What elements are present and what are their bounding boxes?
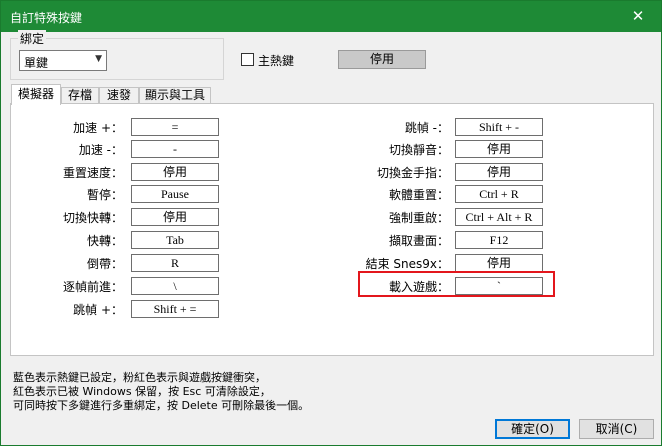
key-label: 軟體重置： bbox=[388, 188, 449, 202]
key-label: 切換金手指： bbox=[376, 166, 449, 180]
custom-hotkeys-dialog: 自訂特殊按鍵 ✕ 綁定 單鍵 ▼ 主熱鍵 停用 模擬器 存檔 速發 顯示與工具 … bbox=[0, 0, 662, 446]
help-note-line: 可同時按下多鍵進行多重綁定，按 Delete 可刪除最後一個。 bbox=[13, 399, 310, 412]
key-field[interactable]: F12 bbox=[455, 231, 543, 249]
key-label: 跳幀 -： bbox=[404, 121, 449, 135]
main-hotkey-label: 主熱鍵 bbox=[258, 54, 295, 68]
key-field[interactable]: Shift + = bbox=[131, 300, 219, 318]
key-label: 倒帶： bbox=[86, 257, 123, 271]
key-field[interactable]: 停用 bbox=[131, 163, 219, 181]
window-title: 自訂特殊按鍵 bbox=[10, 11, 83, 25]
key-label: 重置速度： bbox=[62, 166, 123, 180]
key-label: 逐幀前進： bbox=[62, 280, 123, 294]
key-field[interactable]: 停用 bbox=[131, 208, 219, 226]
key-field[interactable]: R bbox=[131, 254, 219, 272]
key-field[interactable]: Ctrl + R bbox=[455, 185, 543, 203]
key-label: 強制重啟： bbox=[388, 211, 449, 225]
key-field[interactable]: 停用 bbox=[455, 254, 543, 272]
key-label: 暫停： bbox=[86, 188, 123, 202]
key-label: 結束 Snes9x： bbox=[365, 257, 449, 271]
binding-mode-value: 單鍵 bbox=[24, 56, 49, 70]
key-label: 切換靜音： bbox=[388, 143, 449, 157]
key-field[interactable]: Ctrl + Alt + R bbox=[455, 208, 543, 226]
key-label: 擷取畫面： bbox=[388, 234, 449, 248]
title-bar: 自訂特殊按鍵 ✕ bbox=[1, 1, 661, 32]
chevron-down-icon: ▼ bbox=[95, 54, 102, 64]
key-label: 切換快轉： bbox=[62, 211, 123, 225]
key-label: 跳幀 +： bbox=[73, 303, 123, 317]
highlight-box bbox=[358, 271, 555, 297]
key-field[interactable]: Pause bbox=[131, 185, 219, 203]
binding-group-label: 綁定 bbox=[18, 30, 47, 47]
binding-mode-select[interactable]: 單鍵 ▼ bbox=[19, 50, 107, 71]
key-field[interactable]: - bbox=[131, 140, 219, 158]
close-icon[interactable]: ✕ bbox=[615, 1, 661, 32]
main-hotkey-checkbox[interactable] bbox=[241, 53, 254, 66]
key-field[interactable]: \ bbox=[131, 277, 219, 295]
tab-emulator[interactable]: 模擬器 bbox=[11, 84, 61, 105]
key-field[interactable]: Tab bbox=[131, 231, 219, 249]
key-field[interactable]: 停用 bbox=[455, 163, 543, 181]
main-hotkey-field[interactable]: 停用 bbox=[338, 50, 426, 69]
key-label: 加速 +： bbox=[73, 121, 123, 135]
cancel-button[interactable]: 取消(C) bbox=[579, 419, 654, 439]
key-label: 快轉： bbox=[86, 234, 123, 248]
key-field[interactable]: Shift + - bbox=[455, 118, 543, 136]
tab-display-tools[interactable]: 顯示與工具 bbox=[139, 87, 211, 104]
key-label: 加速 -： bbox=[78, 143, 123, 157]
tab-savestate[interactable]: 存檔 bbox=[61, 87, 99, 104]
key-field[interactable]: 停用 bbox=[455, 140, 543, 158]
tab-turbo[interactable]: 速發 bbox=[99, 87, 139, 104]
key-field[interactable]: = bbox=[131, 118, 219, 136]
ok-button[interactable]: 確定(O) bbox=[495, 419, 570, 439]
